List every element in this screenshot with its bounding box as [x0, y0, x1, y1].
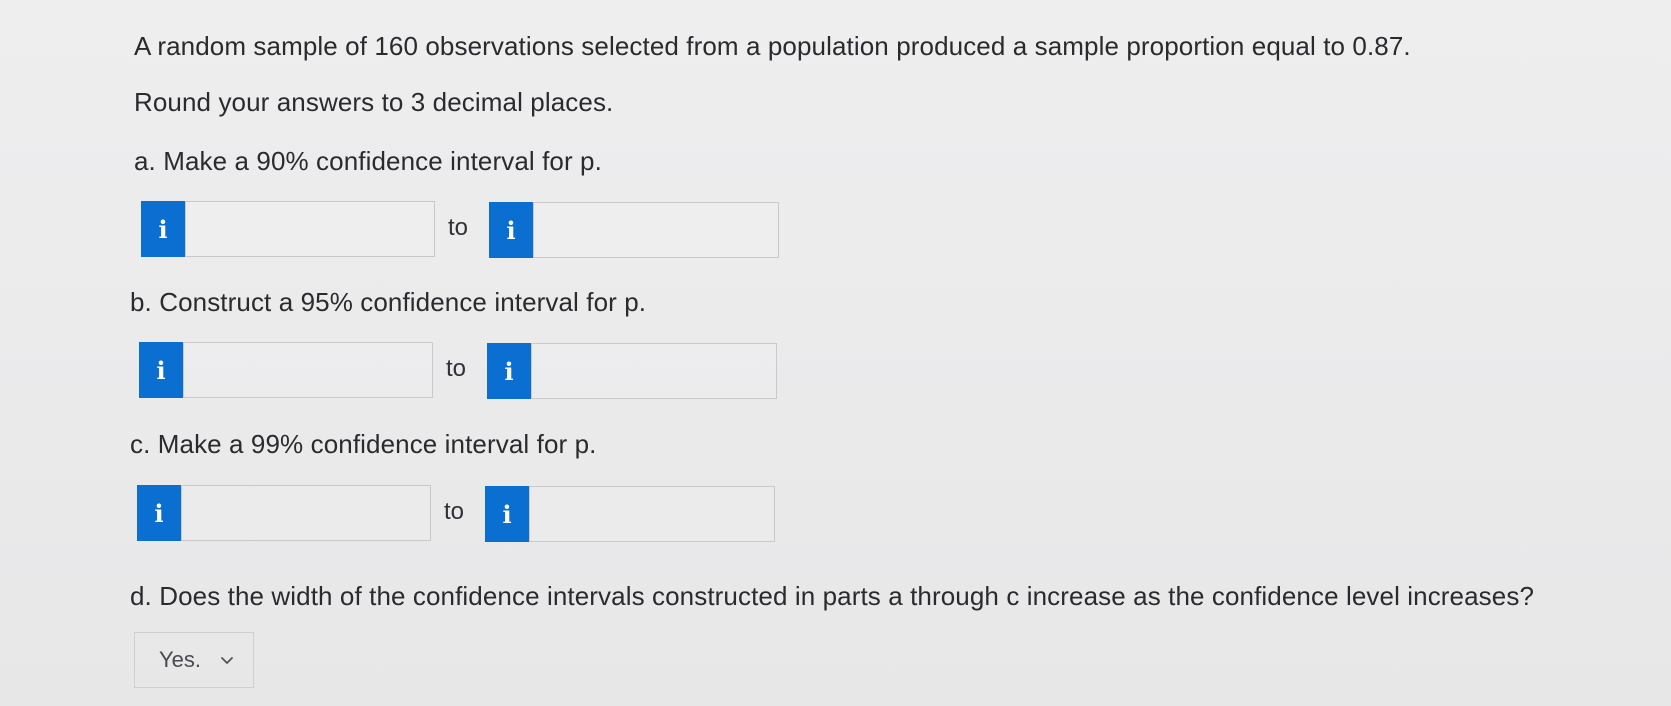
info-icon[interactable]: i — [141, 201, 185, 257]
part-a-lower-input[interactable] — [185, 201, 435, 257]
question-intro: A random sample of 160 observations sele… — [134, 31, 1411, 61]
part-b-lower-input[interactable] — [183, 342, 433, 398]
part-b-upper-input[interactable] — [531, 343, 777, 399]
part-a-answer-row: i to i — [0, 201, 1671, 258]
info-icon[interactable]: i — [485, 486, 529, 542]
chevron-down-icon — [221, 657, 233, 664]
part-b-prompt: b. Construct a 95% confidence interval f… — [130, 287, 647, 317]
part-c-lower-input[interactable] — [181, 485, 431, 541]
part-d-prompt: d. Does the width of the confidence inte… — [130, 581, 1534, 611]
part-c-prompt: c. Make a 99% confidence interval for p. — [130, 429, 597, 459]
part-a-to-label: to — [448, 214, 469, 241]
info-icon[interactable]: i — [137, 485, 181, 541]
part-a-prompt: a. Make a 90% confidence interval for p. — [134, 146, 602, 176]
question-page: A random sample of 160 observations sele… — [0, 0, 1671, 706]
info-icon[interactable]: i — [489, 202, 533, 258]
part-a-upper-input[interactable] — [533, 202, 779, 258]
part-c-upper-input[interactable] — [529, 486, 775, 542]
rounding-instruction: Round your answers to 3 decimal places. — [134, 87, 614, 117]
info-icon[interactable]: i — [487, 343, 531, 399]
part-c-to-label: to — [444, 498, 465, 525]
part-b-to-label: to — [446, 355, 467, 382]
dropdown-selected-value: Yes. — [159, 647, 202, 672]
part-c-answer-row: i to i — [0, 485, 1671, 542]
info-icon[interactable]: i — [139, 342, 183, 398]
width-increase-dropdown[interactable]: Yes. — [134, 632, 254, 688]
part-b-answer-row: i to i — [0, 342, 1671, 399]
